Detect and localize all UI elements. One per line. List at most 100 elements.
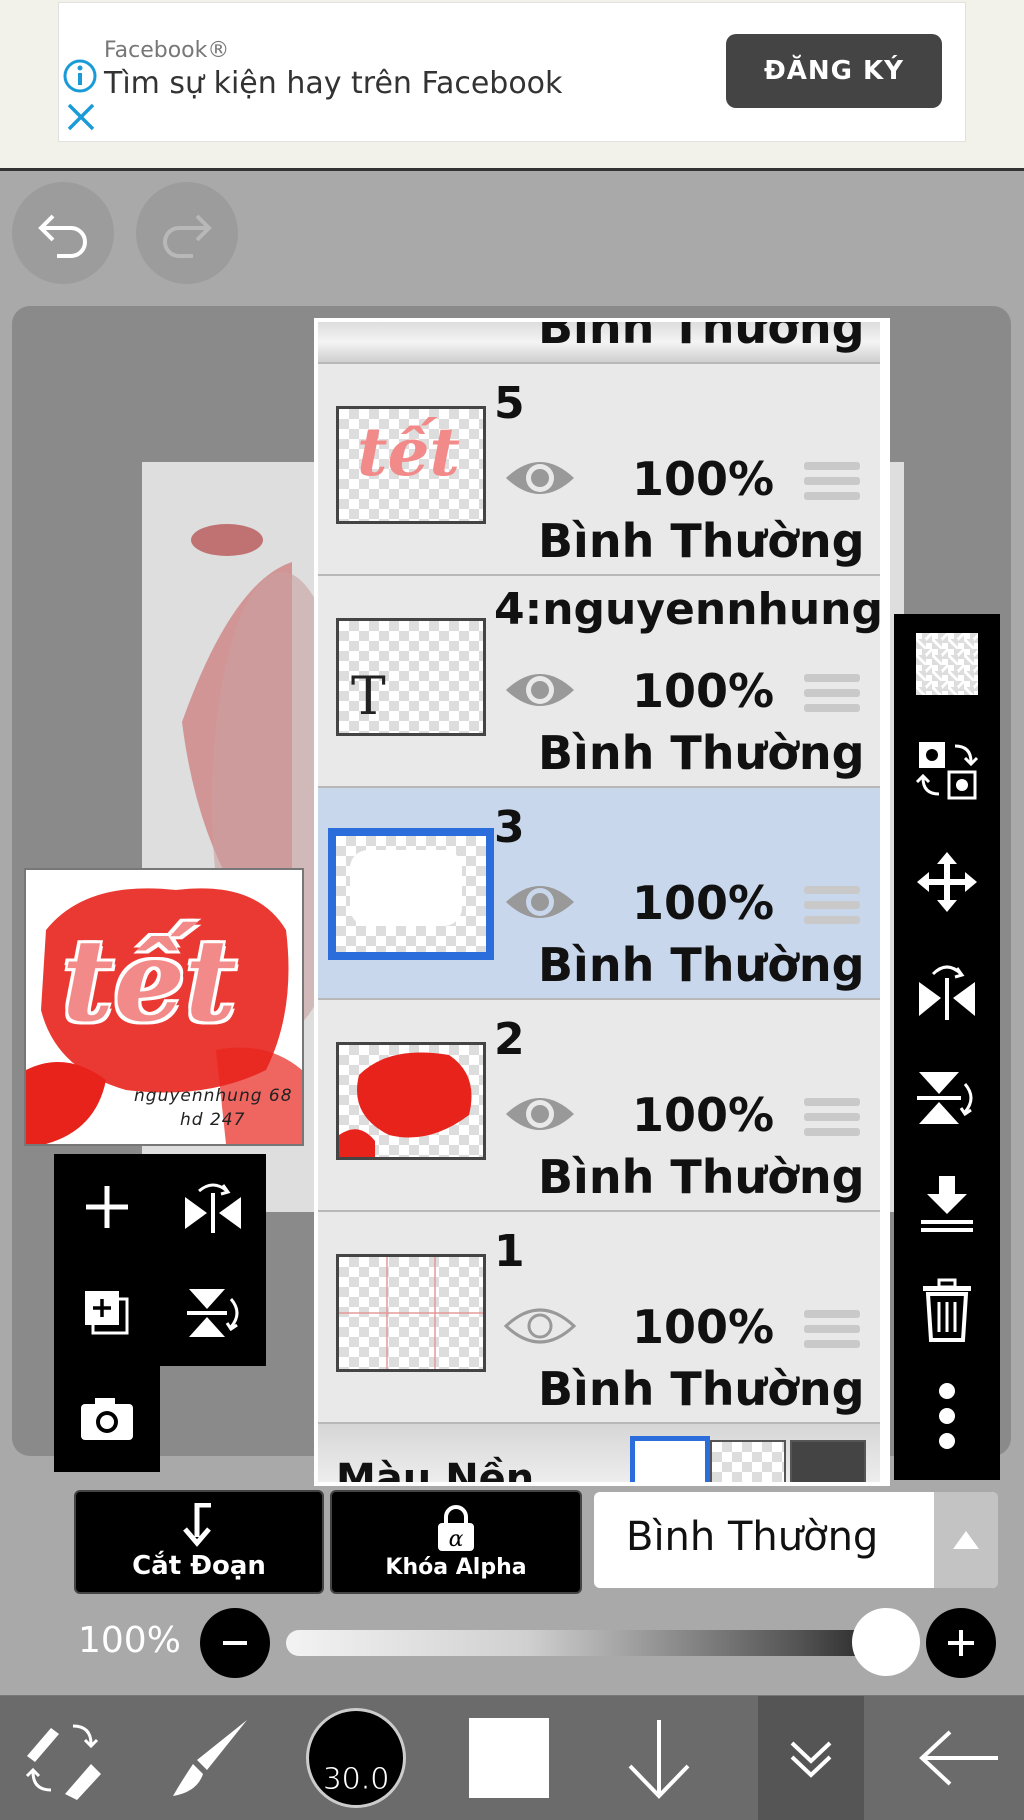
clipping-button[interactable]: Cắt Đoạn (74, 1490, 324, 1594)
flip-vertical-icon (187, 1289, 239, 1337)
redo-button[interactable] (136, 182, 238, 284)
arrow-left-icon (919, 1730, 998, 1786)
flip-vertical-button[interactable] (160, 1260, 266, 1366)
move-layer-button[interactable] (894, 832, 1000, 932)
brush-icon (173, 1720, 247, 1796)
delete-layer-button[interactable] (894, 1260, 1000, 1360)
more-options-button[interactable] (894, 1366, 1000, 1466)
add-layer-button[interactable] (54, 1154, 160, 1260)
ad-signup-button[interactable]: ĐĂNG KÝ (726, 34, 942, 108)
layer-tools-right (894, 614, 1000, 1480)
layer-thumb-art (339, 1052, 472, 1157)
info-icon[interactable] (62, 58, 98, 94)
alpha-lock-label: Khóa Alpha (385, 1554, 527, 1580)
color-swatch (469, 1718, 549, 1798)
background-label: Màu Nền (336, 1456, 535, 1484)
brush-size-value: 30.0 (322, 1762, 390, 1798)
camera-import-button[interactable] (54, 1366, 160, 1472)
bg-white-swatch[interactable] (630, 1436, 710, 1482)
layer-row-2[interactable]: 2 100% Bình Thường (318, 998, 880, 1210)
layer-partial-blend: Bình Thường (538, 322, 865, 354)
ad-text[interactable]: Tìm sự kiện hay trên Facebook (104, 66, 562, 101)
plus-icon (948, 1630, 974, 1656)
flip-horizontal-right-button[interactable] (894, 940, 1000, 1040)
layer-blend-mode: Bình Thường (538, 1150, 865, 1204)
brush-button[interactable] (154, 1696, 264, 1820)
opacity-decrease-button[interactable] (200, 1608, 270, 1678)
background-row[interactable]: Màu Nền (318, 1422, 880, 1484)
tool-switch-button[interactable] (8, 1696, 118, 1820)
more-vertical-icon (939, 1383, 955, 1449)
preview-watermark-1: nguyennhung 68 (134, 1086, 293, 1106)
layer-row-1[interactable]: 1 100% Bình Thường (318, 1210, 880, 1422)
eye-icon[interactable] (502, 664, 578, 716)
chevron-double-down-icon (790, 1741, 832, 1778)
transparent-fill-button[interactable] (894, 614, 1000, 714)
eye-icon[interactable] (502, 452, 578, 504)
eye-icon[interactable] (502, 876, 578, 928)
merge-down-button[interactable] (894, 1154, 1000, 1254)
flip-vertical-right-button[interactable] (894, 1048, 1000, 1148)
opacity-label: 100% (78, 1620, 181, 1661)
opacity-slider[interactable] (286, 1630, 886, 1656)
clipping-icon (183, 1503, 211, 1547)
minus-icon (223, 1641, 247, 1645)
alpha-lock-button[interactable]: α Khóa Alpha (330, 1490, 582, 1594)
layer-down-button[interactable] (604, 1696, 714, 1820)
layer-thumbnail: T (336, 618, 486, 736)
eye-icon[interactable] (502, 1088, 578, 1140)
flip-horizontal-icon (919, 965, 975, 1020)
layer-row-5[interactable]: tết 5 100% Bình Thường (318, 362, 880, 574)
layer-name: 2 (494, 1014, 525, 1065)
navigator-preview[interactable]: tết nguyennhung 68 hd 247 (24, 868, 304, 1146)
layer-tools-left (54, 1154, 270, 1476)
text-layer-icon: T (351, 667, 386, 727)
brush-size-button[interactable]: 30.0 (300, 1696, 412, 1820)
layer-blend-mode: Bình Thường (538, 514, 865, 568)
back-button[interactable] (904, 1696, 1014, 1820)
blend-mode-select[interactable]: Bình Thường (594, 1492, 998, 1588)
color-button[interactable] (454, 1696, 564, 1820)
layer-partial-top[interactable]: Bình Thường (318, 322, 880, 362)
layer-thumb-art: tết (357, 413, 460, 491)
layers-panel-toggle[interactable] (758, 1696, 864, 1820)
swap-icon (915, 742, 979, 800)
close-icon[interactable] (64, 100, 98, 134)
layer-opacity: 100% (632, 664, 775, 718)
undo-button[interactable] (12, 182, 114, 284)
brush-eraser-switch-icon (25, 1724, 101, 1800)
preview-title-art: tết (62, 916, 237, 1047)
duplicate-layer-button[interactable] (54, 1260, 160, 1366)
flip-horizontal-icon (185, 1183, 241, 1233)
drag-handle-icon[interactable] (804, 1310, 860, 1352)
ad-brand: Facebook® (104, 38, 230, 63)
layer-thumbnail-selected (328, 828, 494, 960)
checkerboard-icon (916, 633, 978, 695)
undo-icon (38, 214, 87, 258)
layer-row-4[interactable]: T 4:nguyennhung 6 100% Bình Thường (318, 574, 886, 786)
layer-name: 1 (494, 1226, 525, 1277)
swap-layer-button[interactable] (894, 720, 1000, 820)
drag-handle-icon[interactable] (804, 674, 860, 716)
bg-checker-swatch[interactable] (710, 1440, 786, 1482)
layer-row-3[interactable]: 3 100% Bình Thường (318, 786, 880, 998)
brush-size-indicator: 30.0 (306, 1708, 406, 1808)
layer-blend-mode: Bình Thường (538, 1362, 865, 1416)
preview-watermark-2: hd 247 (180, 1110, 246, 1130)
layer-name: 4:nguyennhung 6 (494, 584, 890, 635)
drag-handle-icon[interactable] (804, 1098, 860, 1140)
bg-dark-swatch[interactable] (790, 1440, 866, 1482)
layer-blend-mode: Bình Thường (538, 726, 865, 780)
blend-mode-dropdown-arrow[interactable] (934, 1492, 998, 1588)
drag-handle-icon[interactable] (804, 462, 860, 504)
eye-off-icon[interactable] (502, 1300, 578, 1352)
drag-handle-icon[interactable] (804, 886, 860, 928)
flip-horizontal-button[interactable] (160, 1154, 266, 1260)
opacity-increase-button[interactable] (926, 1608, 996, 1678)
layers-panel[interactable]: Bình Thường tết 5 100% Bình Thường T 4:n… (314, 318, 890, 1486)
opacity-slider-thumb[interactable] (852, 1608, 920, 1676)
redo-icon (163, 214, 212, 258)
triangle-up-icon (953, 1531, 979, 1549)
layer-thumbnail (336, 1042, 486, 1160)
layer-thumb-art (339, 1257, 483, 1369)
